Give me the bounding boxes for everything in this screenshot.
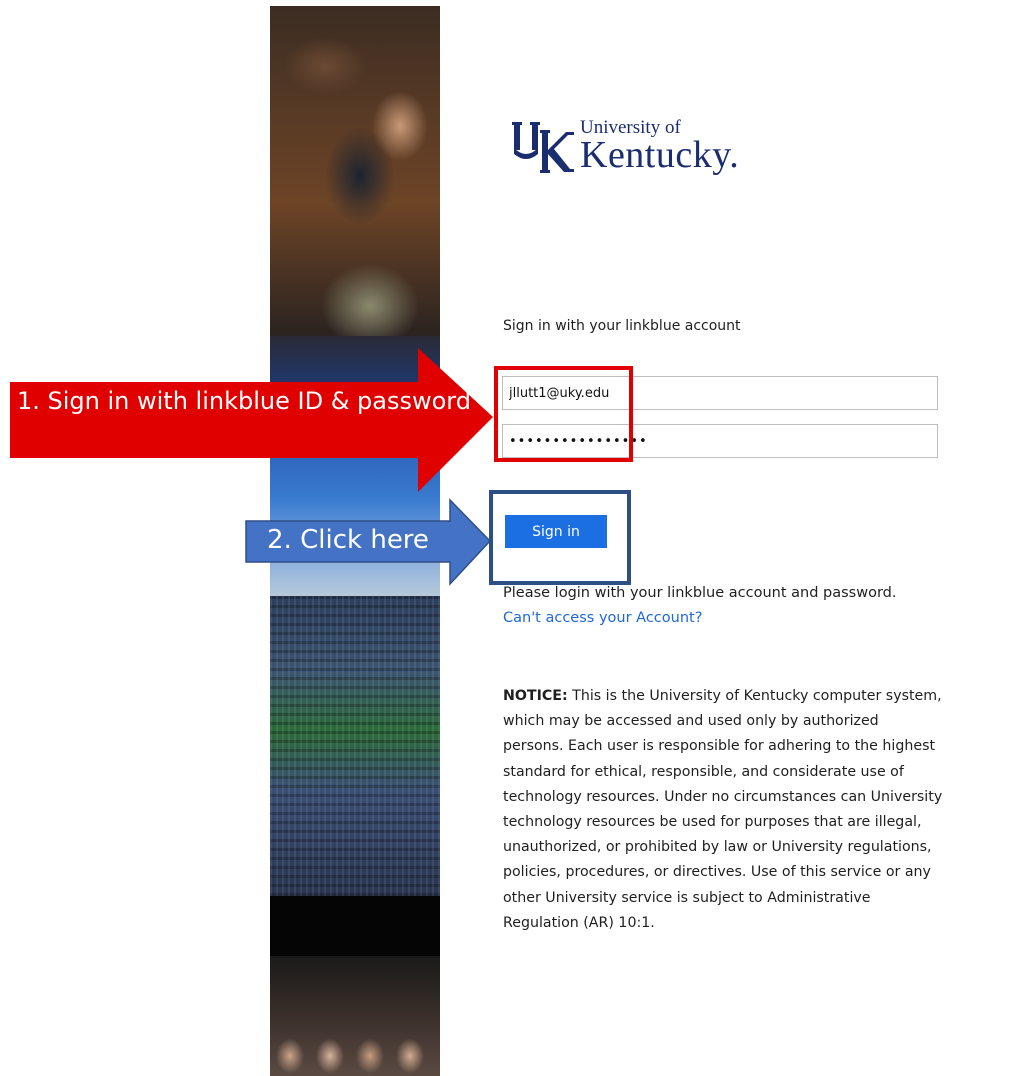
- step1-annotation-text: 1. Sign in with linkblue ID & password: [17, 387, 471, 415]
- signin-highlight-box: [489, 490, 631, 585]
- step2-annotation-text: 2. Click here: [267, 525, 429, 555]
- credentials-highlight-box: [494, 366, 633, 462]
- step1-arrow: [10, 348, 493, 492]
